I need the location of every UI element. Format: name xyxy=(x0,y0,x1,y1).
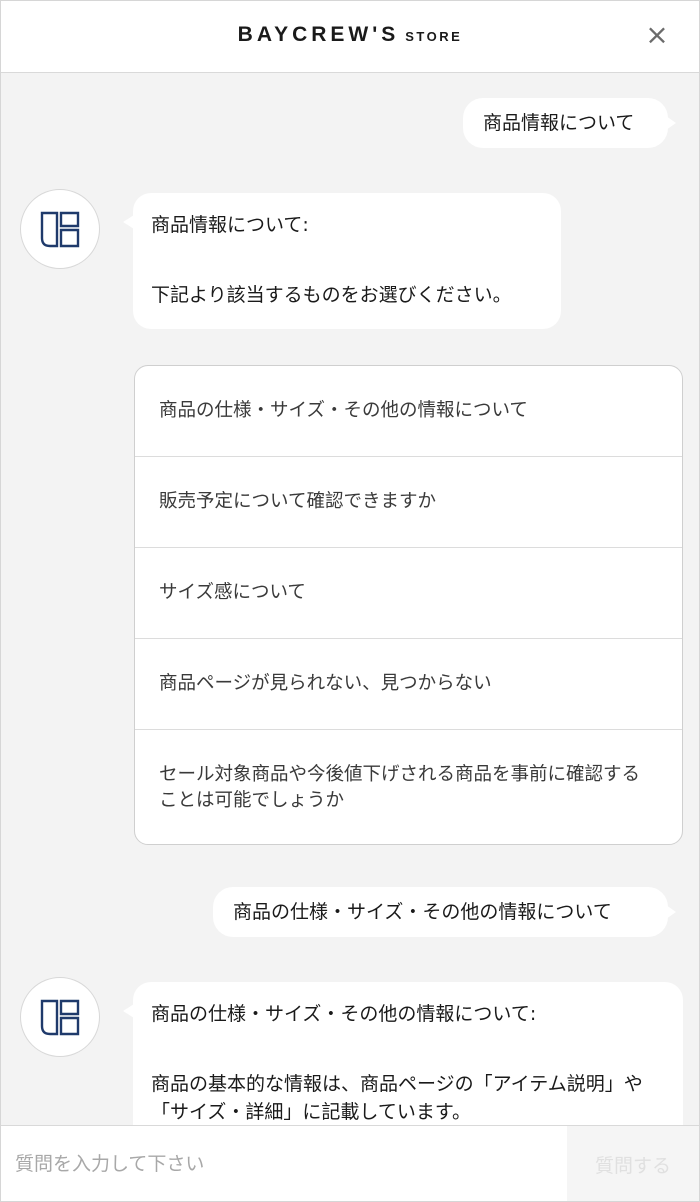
store-logo-icon xyxy=(40,211,80,248)
brand-main: BAYCREW'S xyxy=(237,23,400,46)
options-list: 商品の仕様・サイズ・その他の情報について 販売予定について確認できますか サイズ… xyxy=(134,365,683,845)
send-button[interactable]: 質問する xyxy=(567,1126,699,1201)
header: BAYCREW'S STORE × xyxy=(1,1,699,73)
user-message: 商品情報について xyxy=(463,98,676,148)
option-item[interactable]: 商品ページが見られない、見つからない xyxy=(135,639,682,730)
question-input[interactable] xyxy=(1,1126,567,1201)
user-message: 商品の仕様・サイズ・その他の情報について xyxy=(213,887,676,937)
close-icon[interactable]: × xyxy=(643,20,671,50)
brand-logo: BAYCREW'S STORE xyxy=(1,23,699,47)
input-bar: 質問する xyxy=(1,1125,699,1201)
option-item[interactable]: サイズ感について xyxy=(135,548,682,639)
brand-sub: STORE xyxy=(405,29,463,44)
bot-message-line: 商品の仕様・サイズ・その他の情報について: xyxy=(151,1003,537,1025)
bot-message-line: 商品情報について: xyxy=(151,214,309,236)
bot-message-line: 商品の基本的な情報は、商品ページの「アイテム説明」や「サイズ・詳細」に記載してい… xyxy=(151,1073,643,1123)
chat-window: BAYCREW'S STORE × 商品情報について 商品情報について: 下記より… xyxy=(0,0,700,1202)
bot-message-line: 下記より該当するものをお選びください。 xyxy=(151,284,512,306)
option-item[interactable]: 販売予定について確認できますか xyxy=(135,457,682,548)
bot-avatar xyxy=(20,189,100,269)
bot-avatar xyxy=(20,977,100,1057)
store-logo-icon xyxy=(40,999,80,1036)
option-item[interactable]: セール対象商品や今後値下げされる商品を事前に確認することは可能でしょうか xyxy=(135,730,682,844)
bot-message: 商品情報について: 下記より該当するものをお選びください。 xyxy=(123,193,561,329)
option-item[interactable]: 商品の仕様・サイズ・その他の情報について xyxy=(135,366,682,457)
